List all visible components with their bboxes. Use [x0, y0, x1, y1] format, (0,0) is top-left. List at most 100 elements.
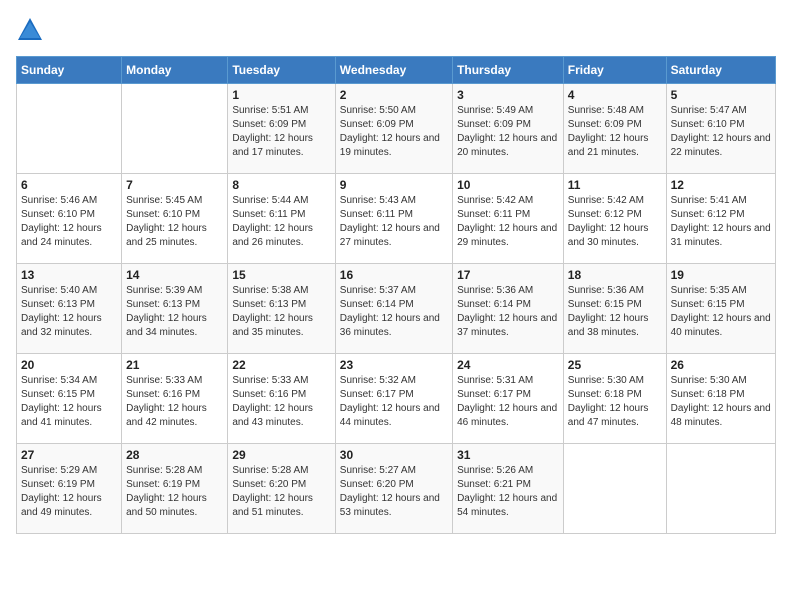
day-cell: 30Sunrise: 5:27 AM Sunset: 6:20 PM Dayli… [335, 444, 452, 534]
day-number: 6 [21, 178, 117, 192]
day-info: Sunrise: 5:43 AM Sunset: 6:11 PM Dayligh… [340, 194, 448, 250]
day-info: Sunrise: 5:42 AM Sunset: 6:11 PM Dayligh… [457, 194, 559, 250]
day-cell: 15 Sunrise: 5:38 AM Sunset: 6:13 PM Dayli… [228, 264, 335, 354]
day-cell: 19 Sunrise: 5:35 AM Sunset: 6:15 PM Dayli… [666, 264, 775, 354]
day-number: 27 [21, 448, 117, 462]
day-number: 4 [568, 88, 662, 102]
day-number: 23 [340, 358, 448, 372]
calendar-table: SundayMondayTuesdayWednesdayThursdayFrid… [16, 56, 776, 534]
day-number: 29 [232, 448, 330, 462]
day-cell: 11Sunrise: 5:42 AM Sunset: 6:12 PM Dayli… [563, 174, 666, 264]
header-saturday: Saturday [666, 57, 775, 84]
day-number: 25 [568, 358, 662, 372]
day-cell [17, 84, 122, 174]
day-info: Sunrise: 5:47 AM Sunset: 6:10 PM Dayligh… [671, 104, 771, 160]
day-info: Sunrise: 5:40 AM Sunset: 6:13 PM Dayligh… [21, 284, 117, 340]
day-info: Sunrise: 5:34 AM Sunset: 6:15 PM Dayligh… [21, 374, 117, 430]
day-cell: 2 Sunrise: 5:50 AM Sunset: 6:09 PM Daylig… [335, 84, 452, 174]
day-number: 17 [457, 268, 559, 282]
day-cell [563, 444, 666, 534]
day-number: 3 [457, 88, 559, 102]
day-cell: 5 Sunrise: 5:47 AM Sunset: 6:10 PM Daylig… [666, 84, 775, 174]
header-monday: Monday [122, 57, 228, 84]
day-cell: 10 Sunrise: 5:42 AM Sunset: 6:11 PM Dayli… [453, 174, 564, 264]
day-number: 12 [671, 178, 771, 192]
day-number: 21 [126, 358, 223, 372]
day-info: Sunrise: 5:45 AM Sunset: 6:10 PM Dayligh… [126, 194, 223, 250]
day-number: 26 [671, 358, 771, 372]
day-cell: 28 Sunrise: 5:28 AM Sunset: 6:19 PM Dayli… [122, 444, 228, 534]
day-cell: 21 Sunrise: 5:33 AM Sunset: 6:16 PM Dayli… [122, 354, 228, 444]
day-info: Sunrise: 5:35 AM Sunset: 6:15 PM Dayligh… [671, 284, 771, 340]
day-number: 30 [340, 448, 448, 462]
header-sunday: Sunday [17, 57, 122, 84]
day-info: Sunrise: 5:33 AM Sunset: 6:16 PM Dayligh… [126, 374, 223, 430]
week-row-3: 13 Sunrise: 5:40 AM Sunset: 6:13 PM Dayli… [17, 264, 776, 354]
day-cell: 18 Sunrise: 5:36 AM Sunset: 6:15 PM Dayli… [563, 264, 666, 354]
day-number: 13 [21, 268, 117, 282]
week-row-5: 27 Sunrise: 5:29 AM Sunset: 6:19 PM Dayli… [17, 444, 776, 534]
day-cell: 24 Sunrise: 5:31 AM Sunset: 6:17 PM Dayli… [453, 354, 564, 444]
day-info: Sunrise: 5:46 AM Sunset: 6:10 PM Dayligh… [21, 194, 117, 250]
week-row-4: 20Sunrise: 5:34 AM Sunset: 6:15 PM Dayli… [17, 354, 776, 444]
header-wednesday: Wednesday [335, 57, 452, 84]
day-number: 10 [457, 178, 559, 192]
day-info: Sunrise: 5:31 AM Sunset: 6:17 PM Dayligh… [457, 374, 559, 430]
day-cell [666, 444, 775, 534]
day-info: Sunrise: 5:28 AM Sunset: 6:19 PM Dayligh… [126, 464, 223, 520]
day-number: 28 [126, 448, 223, 462]
day-cell: 23 Sunrise: 5:32 AM Sunset: 6:17 PM Dayli… [335, 354, 452, 444]
day-cell: 14 Sunrise: 5:39 AM Sunset: 6:13 PM Dayli… [122, 264, 228, 354]
day-info: Sunrise: 5:41 AM Sunset: 6:12 PM Dayligh… [671, 194, 771, 250]
week-row-2: 6 Sunrise: 5:46 AM Sunset: 6:10 PM Daylig… [17, 174, 776, 264]
day-info: Sunrise: 5:44 AM Sunset: 6:11 PM Dayligh… [232, 194, 330, 250]
week-row-1: 1 Sunrise: 5:51 AM Sunset: 6:09 PM Daylig… [17, 84, 776, 174]
day-number: 5 [671, 88, 771, 102]
day-info: Sunrise: 5:30 AM Sunset: 6:18 PM Dayligh… [568, 374, 662, 430]
day-info: Sunrise: 5:29 AM Sunset: 6:19 PM Dayligh… [21, 464, 117, 520]
day-number: 7 [126, 178, 223, 192]
header-friday: Friday [563, 57, 666, 84]
day-number: 2 [340, 88, 448, 102]
day-cell: 25 Sunrise: 5:30 AM Sunset: 6:18 PM Dayli… [563, 354, 666, 444]
day-cell: 12 Sunrise: 5:41 AM Sunset: 6:12 PM Dayli… [666, 174, 775, 264]
calendar-header-row: SundayMondayTuesdayWednesdayThursdayFrid… [17, 57, 776, 84]
day-number: 1 [232, 88, 330, 102]
day-info: Sunrise: 5:36 AM Sunset: 6:15 PM Dayligh… [568, 284, 662, 340]
day-number: 14 [126, 268, 223, 282]
day-number: 8 [232, 178, 330, 192]
day-info: Sunrise: 5:33 AM Sunset: 6:16 PM Dayligh… [232, 374, 330, 430]
day-cell: 22 Sunrise: 5:33 AM Sunset: 6:16 PM Dayli… [228, 354, 335, 444]
day-cell: 6 Sunrise: 5:46 AM Sunset: 6:10 PM Daylig… [17, 174, 122, 264]
day-cell: 9 Sunrise: 5:43 AM Sunset: 6:11 PM Daylig… [335, 174, 452, 264]
day-info: Sunrise: 5:36 AM Sunset: 6:14 PM Dayligh… [457, 284, 559, 340]
day-info: Sunrise: 5:48 AM Sunset: 6:09 PM Dayligh… [568, 104, 662, 160]
header-tuesday: Tuesday [228, 57, 335, 84]
day-cell: 4 Sunrise: 5:48 AM Sunset: 6:09 PM Daylig… [563, 84, 666, 174]
day-cell: 29 Sunrise: 5:28 AM Sunset: 6:20 PM Dayli… [228, 444, 335, 534]
day-cell: 1 Sunrise: 5:51 AM Sunset: 6:09 PM Daylig… [228, 84, 335, 174]
day-info: Sunrise: 5:32 AM Sunset: 6:17 PM Dayligh… [340, 374, 448, 430]
day-number: 9 [340, 178, 448, 192]
day-info: Sunrise: 5:51 AM Sunset: 6:09 PM Dayligh… [232, 104, 330, 160]
day-cell: 31Sunrise: 5:26 AM Sunset: 6:21 PM Dayli… [453, 444, 564, 534]
day-cell: 3Sunrise: 5:49 AM Sunset: 6:09 PM Daylig… [453, 84, 564, 174]
day-cell: 27 Sunrise: 5:29 AM Sunset: 6:19 PM Dayli… [17, 444, 122, 534]
day-number: 31 [457, 448, 559, 462]
page-header [16, 16, 776, 44]
day-info: Sunrise: 5:50 AM Sunset: 6:09 PM Dayligh… [340, 104, 448, 160]
day-info: Sunrise: 5:39 AM Sunset: 6:13 PM Dayligh… [126, 284, 223, 340]
day-number: 11 [568, 178, 662, 192]
day-cell [122, 84, 228, 174]
day-number: 18 [568, 268, 662, 282]
header-thursday: Thursday [453, 57, 564, 84]
day-number: 15 [232, 268, 330, 282]
day-number: 24 [457, 358, 559, 372]
day-cell: 13 Sunrise: 5:40 AM Sunset: 6:13 PM Dayli… [17, 264, 122, 354]
day-info: Sunrise: 5:38 AM Sunset: 6:13 PM Dayligh… [232, 284, 330, 340]
day-info: Sunrise: 5:37 AM Sunset: 6:14 PM Dayligh… [340, 284, 448, 340]
day-info: Sunrise: 5:28 AM Sunset: 6:20 PM Dayligh… [232, 464, 330, 520]
day-number: 16 [340, 268, 448, 282]
day-number: 22 [232, 358, 330, 372]
day-number: 19 [671, 268, 771, 282]
